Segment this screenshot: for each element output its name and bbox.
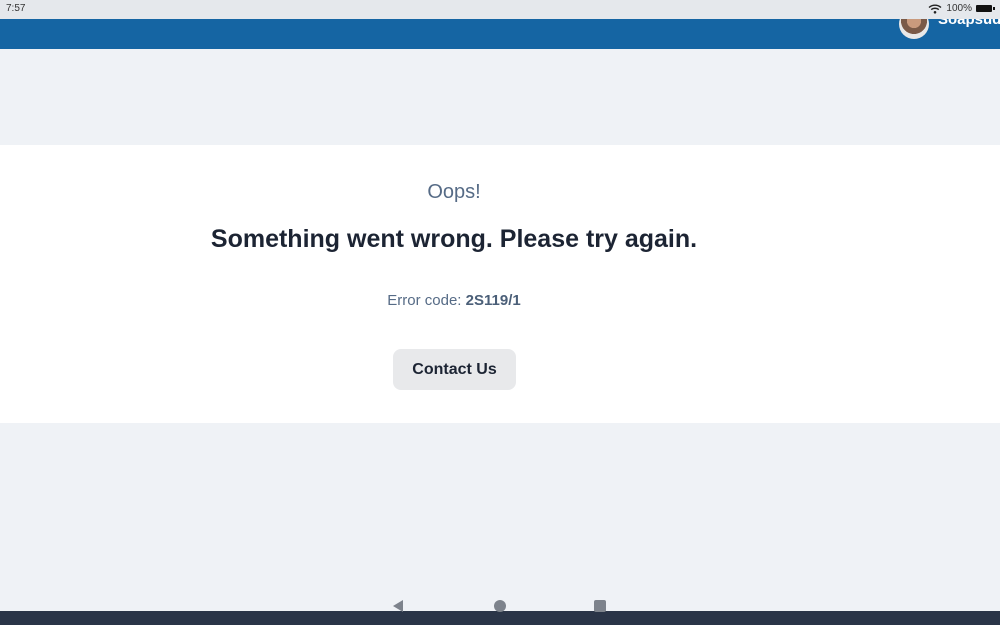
status-time: 7:57 (6, 3, 26, 14)
error-code-value: 2S119/1 (465, 292, 521, 309)
battery-percent: 100% (946, 3, 972, 14)
error-oops-text: Oops! (427, 181, 481, 203)
status-bar: 7:57 100% (0, 0, 1000, 19)
status-icons: 100% (928, 3, 995, 14)
home-icon[interactable] (494, 600, 506, 612)
user-name[interactable]: Soapsuds (938, 19, 1000, 28)
error-code: Error code: 2S119/1 (0, 292, 908, 309)
recents-icon[interactable] (594, 600, 606, 612)
wifi-icon (928, 4, 942, 14)
battery-icon (976, 5, 995, 12)
error-code-label: Error code: (387, 292, 462, 309)
back-icon[interactable] (393, 600, 403, 612)
contact-us-button[interactable]: Contact Us (393, 349, 516, 390)
app-header: Soapsuds (0, 19, 1000, 49)
avatar[interactable] (899, 19, 929, 39)
error-message: Something went wrong. Please try again. (210, 225, 698, 253)
system-nav-bar (0, 611, 1000, 625)
